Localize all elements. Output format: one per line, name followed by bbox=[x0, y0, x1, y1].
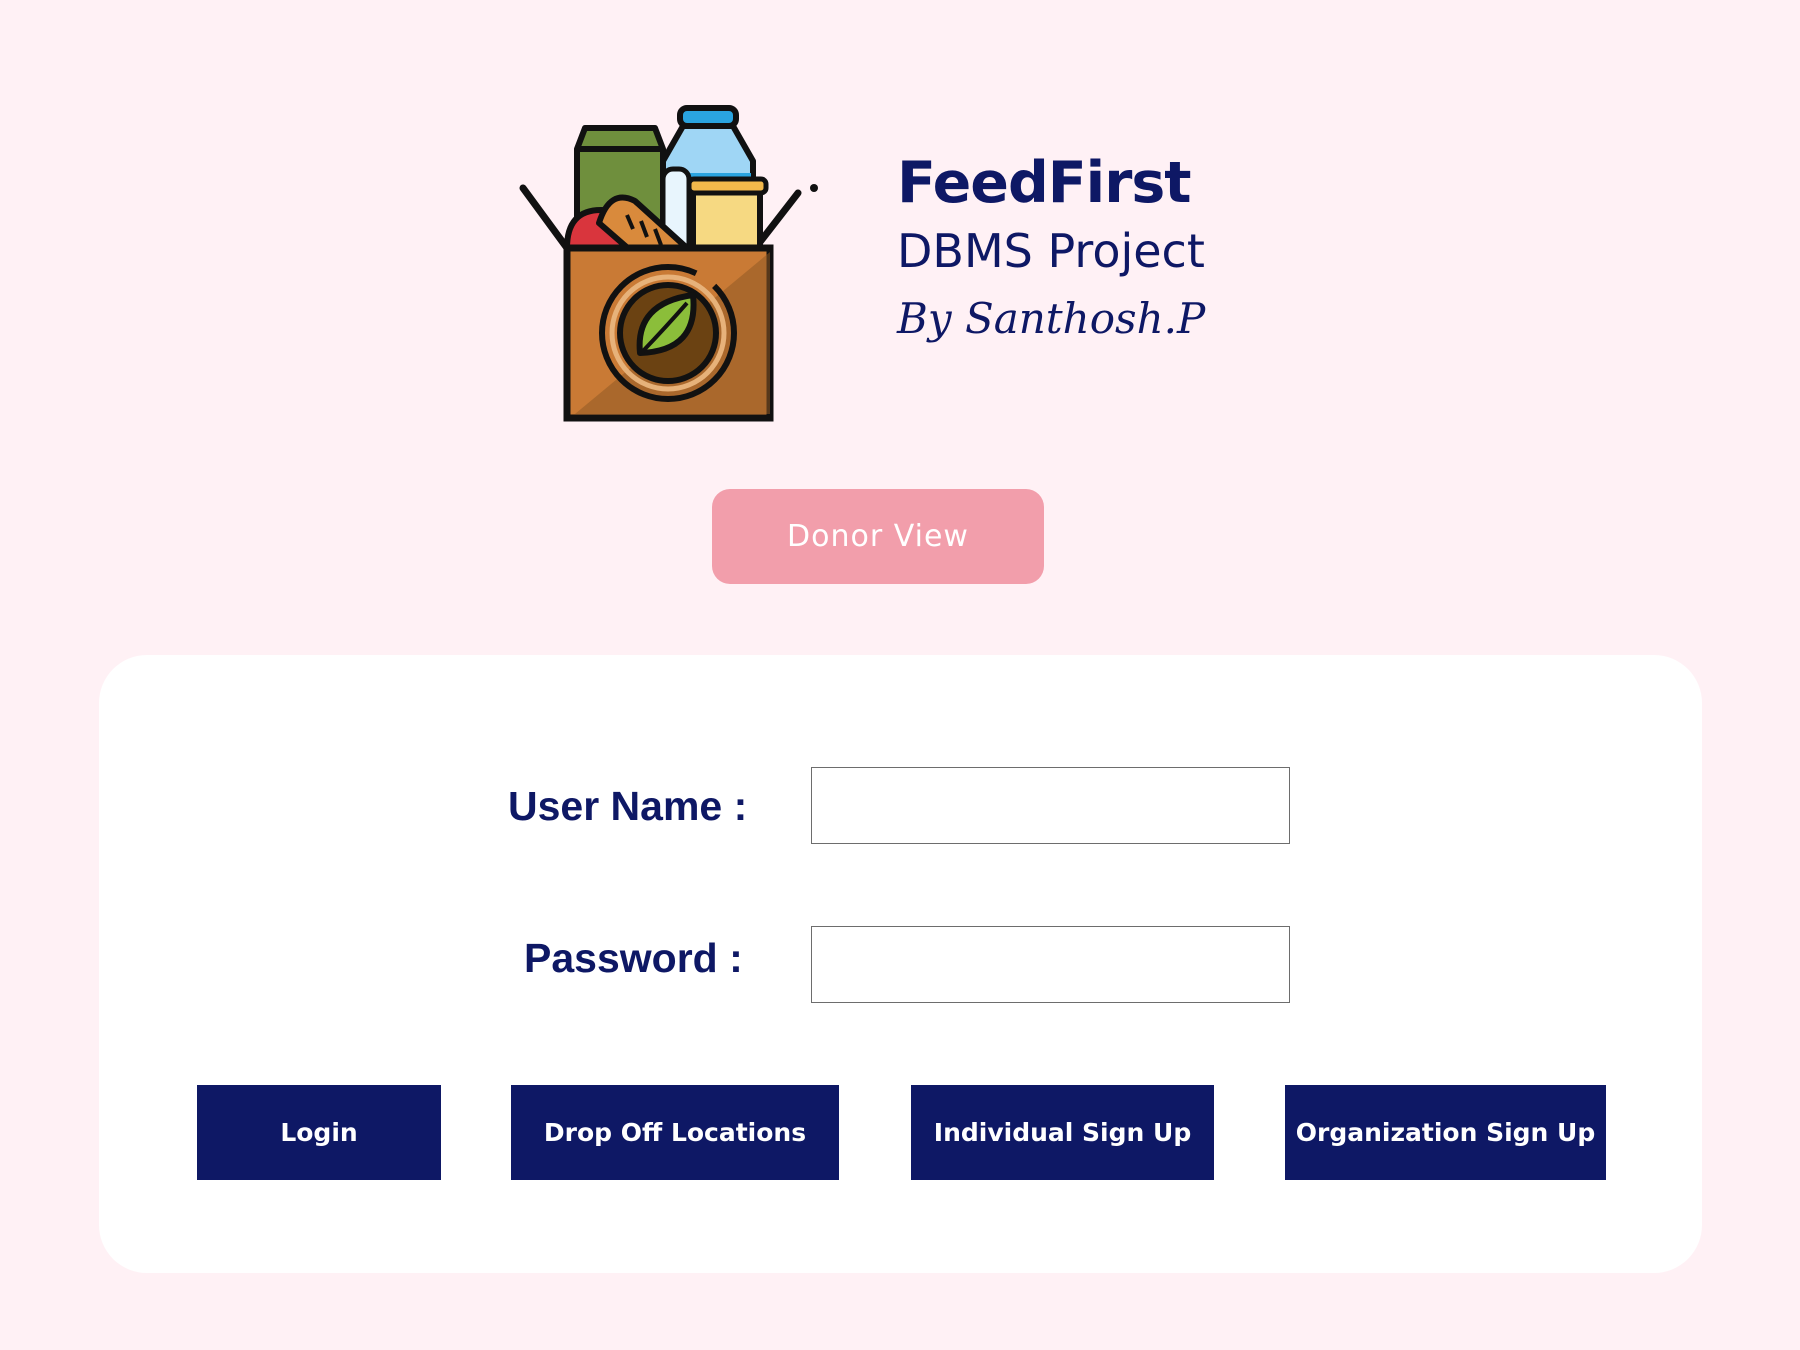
app-subtitle: DBMS Project bbox=[897, 224, 1205, 278]
app-author: By Santhosh.P bbox=[897, 294, 1206, 343]
donor-view-button[interactable]: Donor View bbox=[712, 489, 1044, 584]
username-label: User Name : bbox=[508, 783, 748, 829]
username-input[interactable] bbox=[811, 767, 1290, 844]
title-block: FeedFirst DBMS Project By Santhosh.P bbox=[897, 148, 1205, 354]
password-input[interactable] bbox=[811, 926, 1290, 1003]
organization-sign-up-button[interactable]: Organization Sign Up bbox=[1285, 1085, 1606, 1180]
app-title: FeedFirst bbox=[897, 150, 1192, 216]
login-button[interactable]: Login bbox=[197, 1085, 441, 1180]
login-card: User Name : Password : Login Drop Off Lo… bbox=[99, 655, 1702, 1273]
grocery-donation-box-icon bbox=[515, 103, 820, 423]
drop-off-locations-button[interactable]: Drop Off Locations bbox=[511, 1085, 839, 1180]
individual-sign-up-button[interactable]: Individual Sign Up bbox=[911, 1085, 1214, 1180]
password-label: Password : bbox=[524, 935, 743, 981]
